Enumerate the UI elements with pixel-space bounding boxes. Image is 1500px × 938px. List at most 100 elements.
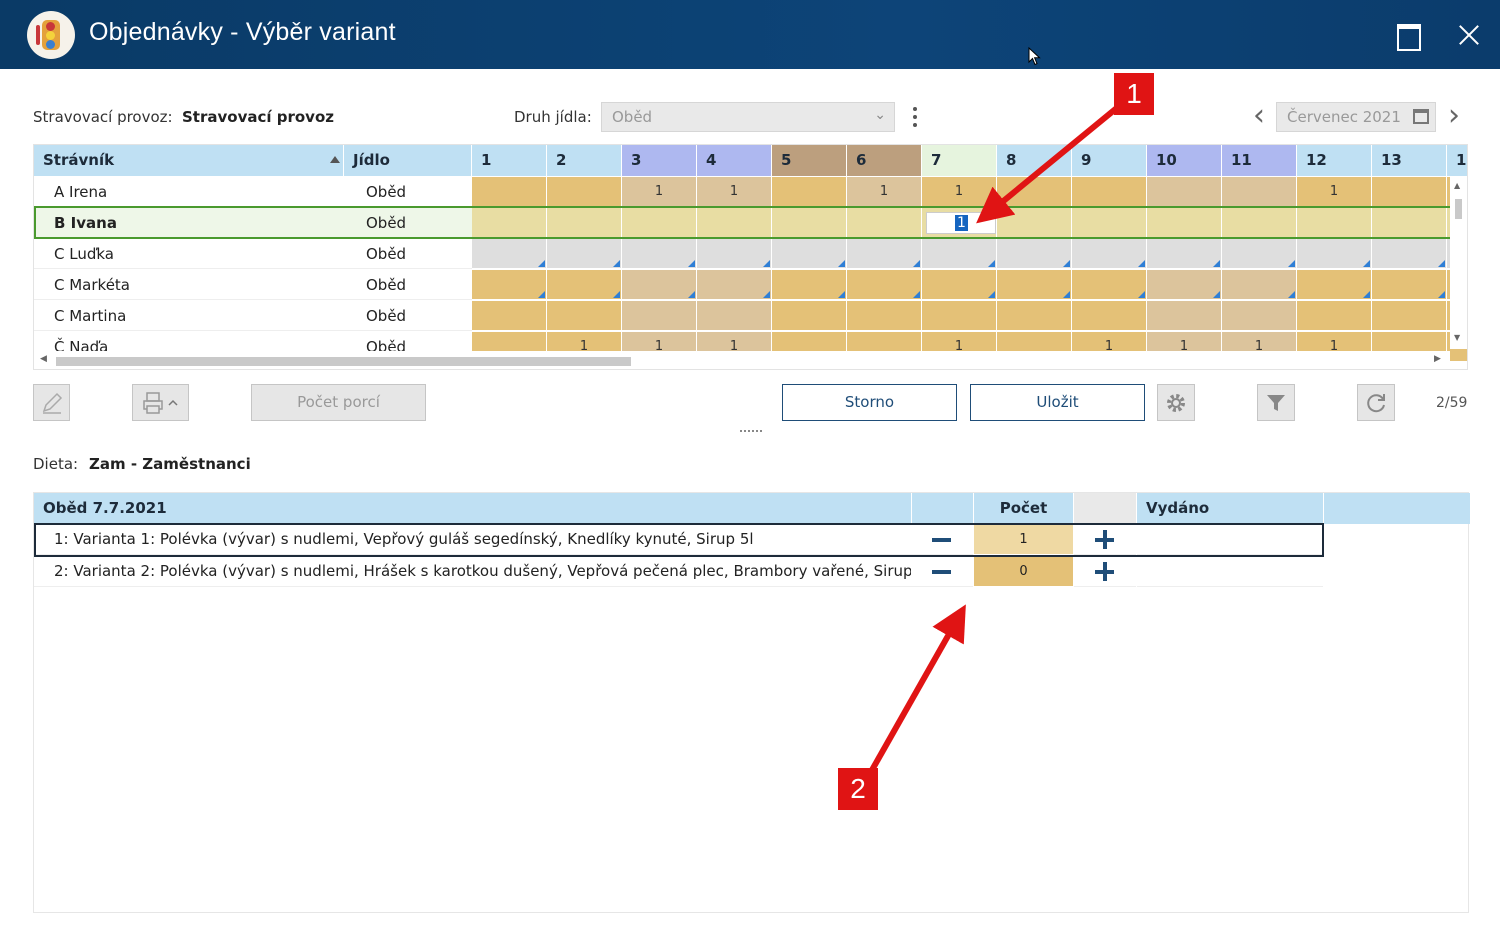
order-cell[interactable] xyxy=(697,239,772,269)
order-cell[interactable] xyxy=(1147,208,1222,238)
order-cell[interactable] xyxy=(997,270,1072,300)
order-cell[interactable] xyxy=(1222,239,1297,269)
storno-button[interactable]: Storno xyxy=(782,384,957,421)
order-cell[interactable] xyxy=(847,239,922,269)
order-cell[interactable] xyxy=(547,301,622,331)
row-name-4[interactable]: C Martina xyxy=(34,301,344,331)
row-food-2[interactable]: Oběd xyxy=(344,239,472,269)
order-cell[interactable] xyxy=(472,177,547,207)
row-food-3[interactable]: Oběd xyxy=(344,270,472,300)
order-cell[interactable]: 1 xyxy=(622,177,697,207)
vertical-scroll-thumb[interactable] xyxy=(1455,199,1462,219)
scroll-right-icon[interactable]: ▶ xyxy=(1434,354,1441,364)
order-cell[interactable] xyxy=(1372,301,1447,331)
order-cell[interactable] xyxy=(997,208,1072,238)
order-cell[interactable] xyxy=(547,208,622,238)
order-cell[interactable] xyxy=(1072,208,1147,238)
maximize-button[interactable] xyxy=(1386,14,1428,56)
druh-select[interactable]: Oběd ⌄ xyxy=(601,102,895,132)
row-name-1[interactable]: B Ivana xyxy=(34,208,344,238)
order-cell[interactable] xyxy=(1372,270,1447,300)
close-button[interactable] xyxy=(1448,14,1490,56)
variant-row-2-text[interactable]: 2: Varianta 2: Polévka (vývar) s nudlemi… xyxy=(34,556,911,587)
order-cell[interactable] xyxy=(772,239,847,269)
col-header-stravnik[interactable]: Strávník xyxy=(34,145,344,176)
horizontal-scrollbar[interactable]: ◀ ▶ xyxy=(34,351,1450,369)
order-cell[interactable] xyxy=(1372,208,1447,238)
scroll-up-icon[interactable]: ▲ xyxy=(1454,181,1460,190)
order-cell[interactable] xyxy=(472,208,547,238)
order-cell[interactable] xyxy=(1372,239,1447,269)
order-cell[interactable] xyxy=(772,270,847,300)
variant-1-plus-button[interactable] xyxy=(1074,524,1136,555)
order-cell[interactable] xyxy=(1222,270,1297,300)
order-cell[interactable] xyxy=(1297,301,1372,331)
order-cell[interactable] xyxy=(1147,239,1222,269)
month-picker[interactable]: Červenec 2021 xyxy=(1276,102,1436,132)
order-cell[interactable] xyxy=(1072,270,1147,300)
order-cell[interactable] xyxy=(997,177,1072,207)
row-name-2[interactable]: C Luďka xyxy=(34,239,344,269)
order-cell[interactable] xyxy=(697,208,772,238)
order-cell[interactable] xyxy=(1222,301,1297,331)
order-cell[interactable] xyxy=(772,177,847,207)
order-cell[interactable] xyxy=(772,301,847,331)
horizontal-scroll-thumb[interactable] xyxy=(56,357,631,366)
order-cell[interactable] xyxy=(997,301,1072,331)
order-cell[interactable] xyxy=(922,301,997,331)
variant-1-qty[interactable]: 1 xyxy=(974,524,1073,555)
order-cell[interactable] xyxy=(697,270,772,300)
order-cell[interactable]: 1 xyxy=(697,177,772,207)
row-name-0[interactable]: A Irena xyxy=(34,177,344,207)
col-header-jidlo[interactable]: Jídlo xyxy=(344,145,472,176)
next-month-button[interactable]: › xyxy=(1443,101,1465,132)
order-cell[interactable]: 1 xyxy=(1297,177,1372,207)
edit-button[interactable] xyxy=(33,384,70,421)
order-cell[interactable] xyxy=(472,301,547,331)
row-food-0[interactable]: Oběd xyxy=(344,177,472,207)
variant-2-plus-button[interactable] xyxy=(1074,556,1136,587)
variant-1-minus-button[interactable] xyxy=(911,524,973,555)
panel-splitter-handle[interactable] xyxy=(740,430,762,434)
pocet-porci-button[interactable]: Počet porcí xyxy=(251,384,426,421)
order-cell[interactable] xyxy=(1372,177,1447,207)
variant-2-minus-button[interactable] xyxy=(911,556,973,587)
order-cell[interactable] xyxy=(547,239,622,269)
order-cell[interactable] xyxy=(1072,177,1147,207)
order-cell[interactable] xyxy=(1297,270,1372,300)
order-cell[interactable] xyxy=(847,208,922,238)
cell-editor-input[interactable]: 1 xyxy=(926,212,996,234)
order-cell[interactable]: 1 xyxy=(922,177,997,207)
order-cell[interactable]: 1 xyxy=(847,177,922,207)
order-cell[interactable] xyxy=(1072,301,1147,331)
order-cell[interactable] xyxy=(697,301,772,331)
row-name-3[interactable]: C Markéta xyxy=(34,270,344,300)
order-cell[interactable] xyxy=(622,301,697,331)
order-cell[interactable] xyxy=(772,208,847,238)
order-cell[interactable] xyxy=(1147,270,1222,300)
order-cell[interactable] xyxy=(472,270,547,300)
order-cell[interactable] xyxy=(922,270,997,300)
scroll-down-icon[interactable]: ▼ xyxy=(1454,333,1460,342)
variant-2-qty[interactable]: 0 xyxy=(974,556,1073,587)
settings-button[interactable] xyxy=(1157,384,1195,421)
ulozit-button[interactable]: Uložit xyxy=(970,384,1145,421)
order-cell[interactable] xyxy=(547,177,622,207)
refresh-button[interactable] xyxy=(1357,384,1395,421)
order-cell[interactable] xyxy=(472,239,547,269)
order-cell[interactable] xyxy=(1147,301,1222,331)
order-cell[interactable] xyxy=(922,239,997,269)
order-cell[interactable] xyxy=(1147,177,1222,207)
more-options-icon[interactable] xyxy=(908,104,922,130)
order-cell[interactable] xyxy=(1297,208,1372,238)
row-food-1[interactable]: Oběd xyxy=(344,208,472,238)
order-cell[interactable] xyxy=(547,270,622,300)
order-cell[interactable] xyxy=(622,208,697,238)
filter-button[interactable] xyxy=(1257,384,1295,421)
order-cell[interactable] xyxy=(622,270,697,300)
row-food-4[interactable]: Oběd xyxy=(344,301,472,331)
prev-month-button[interactable]: ‹ xyxy=(1248,101,1270,132)
vertical-scrollbar[interactable]: ▲ ▼ xyxy=(1450,177,1467,349)
order-cell[interactable] xyxy=(622,239,697,269)
print-menu-button[interactable] xyxy=(132,384,189,421)
